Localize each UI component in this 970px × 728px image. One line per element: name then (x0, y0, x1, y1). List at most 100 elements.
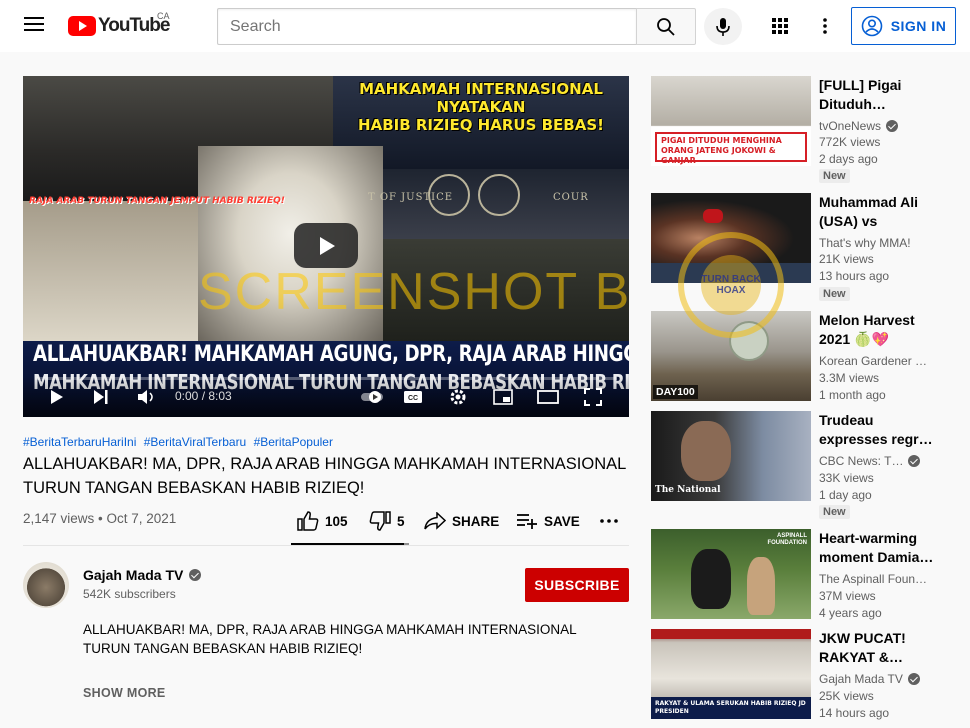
large-play-button[interactable] (294, 223, 358, 268)
view-count: 772K views (819, 135, 881, 149)
play-icon[interactable] (47, 386, 67, 408)
search-box (217, 8, 636, 45)
video-thumbnail (651, 193, 811, 283)
like-count: 105 (325, 513, 348, 529)
settings-gear-icon[interactable] (447, 386, 469, 408)
view-count: 25K views (819, 689, 874, 703)
verified-badge-icon (908, 455, 921, 467)
channel-label: Gajah Mada TV (819, 672, 903, 686)
hashtag-link[interactable]: #BeritaPopuler (254, 435, 333, 449)
thumbnail-label: DAY100 (653, 385, 698, 399)
upload-age: 13 hours ago (819, 269, 890, 283)
dislike-count: 5 (397, 513, 405, 529)
melon-heart-emoji: 🍈💖 (854, 331, 889, 347)
captions-icon[interactable]: CC (402, 386, 424, 408)
search-button[interactable] (636, 8, 696, 45)
fullscreen-icon[interactable] (582, 386, 604, 408)
channel-name-link[interactable]: Gajah Mada TV (83, 567, 202, 583)
video-description: ALLAHUAKBAR! MA, DPR, RAJA ARAB HINGGA M… (83, 622, 577, 656)
svg-text:CC: CC (408, 395, 418, 402)
subscribe-button[interactable]: SUBSCRIBE (525, 568, 629, 602)
channel-name: Gajah Mada TV (819, 672, 951, 686)
thumbs-up-icon (297, 511, 319, 531)
overlay-title-line2: HABIB RIZIEQ HARUS BEBAS! (358, 116, 604, 134)
verified-badge-icon (907, 673, 920, 685)
upload-age: 2 days ago (819, 152, 878, 166)
theater-mode-icon[interactable] (536, 386, 560, 408)
thumbnail-label: The National (655, 485, 721, 495)
microphone-icon (716, 17, 730, 36)
search-input[interactable] (218, 9, 636, 44)
thumbnail-label: ASPINALL FOUNDATION (767, 533, 807, 546)
video-thumbnail: The National (651, 411, 811, 501)
un-emblem-icon (478, 174, 520, 216)
more-actions-button[interactable] (600, 507, 618, 535)
court-sign-text-2: COUR (553, 192, 589, 203)
recommended-video[interactable]: RAKYAT & ULAMA SERUKAN HABIB RIZIEQ JD P… (651, 629, 951, 728)
thumbnail-headline-line1: ALLAHUAKBAR! MAHKAMAH AGUNG, DPR, RAJA A… (33, 342, 629, 367)
share-button[interactable]: SHARE (424, 507, 499, 535)
upload-age: 1 day ago (819, 488, 872, 502)
voice-search-button[interactable] (704, 8, 742, 45)
search-icon (657, 17, 675, 36)
progress-bar[interactable] (35, 377, 617, 380)
recommended-video[interactable]: Muhammad Ali (USA) vs Earnie… That's why… (651, 193, 951, 303)
video-thumbnail: RAKYAT & ULAMA SERUKAN HABIB RIZIEQ JD P… (651, 629, 811, 719)
video-title: Melon Harvest 2021 🍈💖 (819, 311, 937, 349)
save-label: SAVE (544, 513, 580, 529)
recommended-video[interactable]: DAY100 Melon Harvest 2021 🍈💖 Korean Gard… (651, 311, 951, 402)
autoplay-toggle-icon[interactable] (360, 386, 384, 408)
menu-icon[interactable] (22, 14, 46, 38)
thumbnail-top-band (651, 629, 811, 639)
video-player[interactable]: MAHKAMAH INTERNASIONAL NYATAKAN HABIB RI… (23, 76, 629, 417)
channel-name: Gajah Mada TV (83, 567, 184, 583)
new-badge: New (819, 169, 850, 183)
recommended-video[interactable]: The National Trudeau expresses regr… CBC… (651, 411, 951, 521)
person-portrait (681, 421, 731, 481)
youtube-logo[interactable]: YouTube CA (68, 11, 170, 37)
new-badge: New (819, 287, 850, 301)
show-more-button[interactable]: SHOW MORE (83, 686, 166, 700)
new-badge: New (819, 505, 850, 519)
next-icon[interactable] (91, 386, 111, 408)
subscriber-count: 542K subscribers (83, 587, 176, 601)
video-thumbnail: DAY100 (651, 311, 811, 401)
court-sign-text: T OF JUSTICE (368, 192, 454, 203)
masthead: YouTube CA Search SIGN IN (0, 0, 970, 52)
youtube-logo-icon (68, 16, 96, 36)
channel-avatar[interactable] (23, 562, 69, 608)
view-count: 21K views (819, 252, 874, 266)
channel-name: Korean Gardener … (819, 354, 951, 368)
recommended-video[interactable]: PIGAI DITUDUH MENGHINA ORANG JATENG JOKO… (651, 76, 951, 186)
like-button[interactable]: 105 (297, 507, 348, 535)
upload-age: 14 hours ago (819, 706, 890, 720)
upload-age: 4 years ago (819, 606, 882, 620)
apps-button[interactable] (768, 14, 792, 38)
divider (23, 545, 629, 546)
video-thumbnail: PIGAI DITUDUH MENGHINA ORANG JATENG JOKO… (651, 76, 811, 166)
video-title: ALLAHUAKBAR! MA, DPR, RAJA ARAB HINGGA M… (23, 455, 626, 497)
miniplayer-icon[interactable] (492, 386, 514, 408)
video-title: Muhammad Ali (USA) vs Earnie… (819, 194, 919, 233)
channel-name: tvOneNews (819, 119, 951, 133)
channel-label: The Aspinall Foun… (819, 572, 928, 586)
channel-name: That's why MMA! (819, 236, 951, 250)
thumbnail-panel-police (383, 239, 629, 341)
sign-in-button[interactable]: SIGN IN (851, 7, 956, 45)
settings-more-button[interactable] (813, 14, 837, 38)
ring-floor (651, 263, 811, 283)
thumbnail-caption: PIGAI DITUDUH MENGHINA ORANG JATENG JOKO… (655, 132, 807, 165)
time-display: 0:00 / 8:03 (175, 389, 232, 403)
dislike-button[interactable]: 5 (369, 507, 405, 535)
hashtag-link[interactable]: #BeritaTerbaruHariIni (23, 435, 136, 449)
save-button[interactable]: SAVE (516, 507, 580, 535)
hashtag-link[interactable]: #BeritaViralTerbaru (144, 435, 247, 449)
person-figure (747, 557, 775, 615)
channel-label: That's why MMA! (819, 236, 911, 250)
volume-icon[interactable] (136, 386, 158, 408)
thumbnail-panel-crowd (23, 201, 198, 341)
channel-label: tvOneNews (819, 119, 882, 133)
recommended-video[interactable]: ASPINALL FOUNDATION Heart-warming moment… (651, 529, 951, 620)
channel-name: The Aspinall Foun… (819, 572, 951, 586)
horizontal-dots-icon (600, 519, 618, 523)
